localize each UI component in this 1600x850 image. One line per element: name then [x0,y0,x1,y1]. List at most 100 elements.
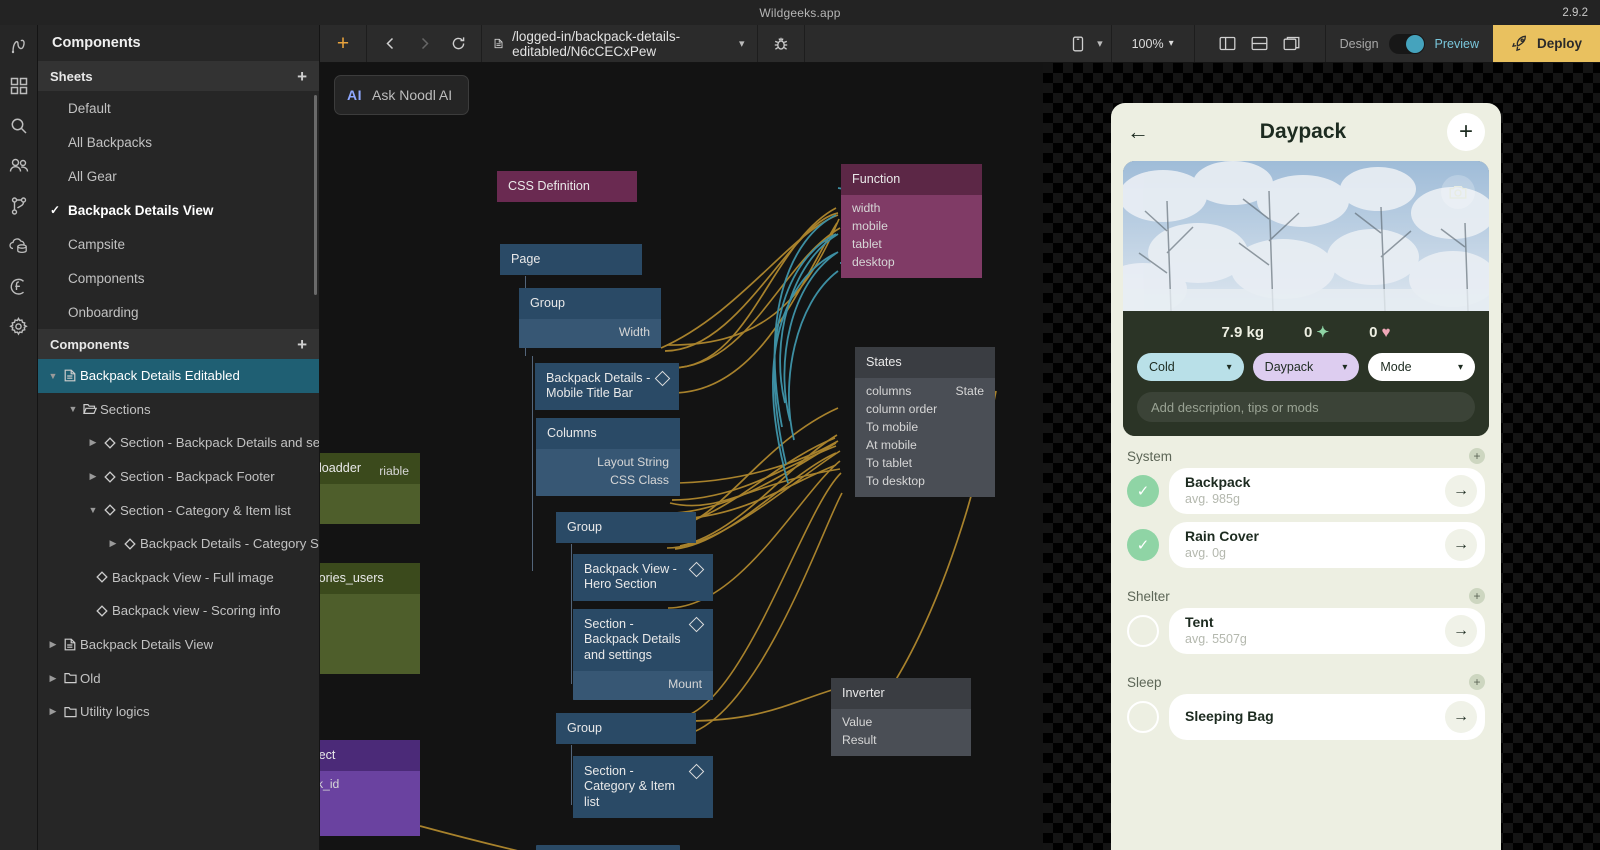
chevron-right-icon[interactable]: ▶ [106,538,120,549]
node-group-1[interactable]: Group Width [519,288,661,349]
gear-card[interactable]: Backpack avg. 985g → [1169,468,1485,514]
tree-item-backpack-details-category-section[interactable]: ▶ Backpack Details - Category Section [38,527,319,561]
tree-item-section-backpack-footer[interactable]: ▶ Section - Backpack Footer [38,460,319,494]
node-graph-canvas[interactable]: AI Ask Noodl AI CSS Definition Page Grou… [320,63,1043,850]
chevron-right-icon[interactable]: ▶ [46,673,60,684]
gear-card[interactable]: Tent avg. 5507g → [1169,608,1485,654]
port-css-class[interactable]: CSS Class [536,471,680,489]
design-preview-toggle[interactable] [1388,33,1425,54]
url-bar[interactable]: /logged-in/backpack-details-editabled/N6… [482,25,758,62]
tree-item-backpack-view-full-image[interactable]: Backpack View - Full image [38,561,319,595]
back-button[interactable] [375,25,405,63]
port-value[interactable]: Value [831,713,971,731]
node-states[interactable]: States columns State column order To mob… [855,347,995,498]
gear-card[interactable]: Rain Cover avg. 0g → [1169,522,1485,568]
reload-button[interactable] [443,25,473,63]
users-icon[interactable] [6,153,32,179]
arrow-right-icon[interactable]: → [1445,615,1477,647]
function-icon[interactable] [6,273,32,299]
port-at-mobile[interactable]: At mobile [855,436,995,454]
chevron-right-icon[interactable]: ▶ [46,706,60,717]
sheet-item-default[interactable]: Default [38,91,319,125]
add-gear-button[interactable]: + [1469,448,1485,464]
camera-icon[interactable] [1441,175,1475,209]
node-categories-users[interactable]: Categories_users Records s ck_ref [320,563,420,675]
sheet-item-components[interactable]: Components [38,261,319,295]
port-partial-2[interactable]: ck_ref [320,630,420,648]
port-mount[interactable]: Mount [573,675,713,693]
components-grid-icon[interactable] [6,73,32,99]
chevron-down-icon[interactable]: ▼ [46,371,60,381]
checkbox-checked-icon[interactable]: ✓ [1127,529,1159,561]
port-desktop[interactable]: desktop [841,253,982,271]
debug-bug-button[interactable] [766,25,796,63]
layout-float-button[interactable] [1277,25,1307,63]
port-width[interactable]: width [841,199,982,217]
gear-card[interactable]: Sleeping Bag → [1169,694,1485,740]
node-section-backpack-details-and-settings[interactable]: Section - Backpack Details and settings … [573,609,713,701]
port-records[interactable]: Records [320,574,420,592]
add-sheet-button[interactable]: + [297,68,307,85]
add-component-button[interactable]: + [297,336,307,353]
add-gear-button[interactable]: + [1469,674,1485,690]
chevron-down-icon[interactable]: ▼ [86,505,100,515]
cloud-database-icon[interactable] [6,233,32,259]
port-column-order[interactable]: column order [855,400,995,418]
port-mobile[interactable]: mobile [841,217,982,235]
new-tab-button[interactable]: + [328,25,358,63]
layout-split-horizontal-button[interactable] [1245,25,1275,63]
chevron-right-icon[interactable]: ▶ [46,639,60,650]
checkbox-empty-icon[interactable] [1127,615,1159,647]
port-width[interactable]: Width [519,323,661,341]
node-backpack-details-mobile-title-bar[interactable]: Backpack Details - Mobile Title Bar [535,363,679,410]
tree-item-old[interactable]: ▶ Old [38,661,319,695]
port-state-out[interactable]: State [956,384,984,398]
layout-split-vertical-button[interactable] [1213,25,1243,63]
phone-preview[interactable]: ← Daypack + 7.9 kg 0 ✦ 0 ♥ Cold ▾ Daypac… [1111,103,1501,850]
chevron-down-icon[interactable]: ▾ [739,37,745,50]
node-component-object[interactable]: nent Object d_backpack_id tegories Backp… [320,740,420,837]
noodl-logo-icon[interactable] [6,33,32,59]
node-group-2[interactable]: Group [556,512,696,544]
node-inverter[interactable]: Inverter Value Result [831,678,971,757]
chevron-right-icon[interactable]: ▶ [86,471,100,482]
port-to-mobile[interactable]: To mobile [855,418,995,436]
tree-item-section-category-item-list[interactable]: ▼ Section - Category & Item list [38,493,319,527]
tree-item-sections[interactable]: ▼ Sections [38,393,319,427]
checkbox-empty-icon[interactable] [1127,701,1159,733]
port-d-backpack-id[interactable]: d_backpack_id [320,775,420,793]
arrow-right-icon[interactable]: → [1445,701,1477,733]
node-css-definition[interactable]: CSS Definition [497,171,637,203]
port-tegories[interactable]: tegories [320,793,420,811]
git-branch-icon[interactable] [6,193,32,219]
port-columns[interactable]: columns [866,384,911,398]
arrow-right-icon[interactable]: → [1445,475,1477,507]
node-columns[interactable]: Columns Layout String CSS Class [536,418,680,497]
tree-item-utility-logics[interactable]: ▶ Utility logics [38,695,319,729]
sheet-item-all-backpacks[interactable]: All Backpacks [38,125,319,159]
add-item-button[interactable]: + [1446,113,1485,151]
checkbox-checked-icon[interactable]: ✓ [1127,475,1159,507]
port-partial-1[interactable]: s [320,612,420,630]
port-to-desktop[interactable]: To desktop [855,472,995,490]
sheet-item-onboarding[interactable]: Onboarding [38,295,319,329]
node-partial-bottom[interactable] [536,845,680,850]
port-tablet[interactable]: tablet [841,235,982,253]
gear-icon[interactable] [6,313,32,339]
node-group-3[interactable]: Group [556,713,696,745]
chevron-right-icon[interactable]: ▶ [86,437,100,448]
node-page[interactable]: Page [500,244,642,276]
tree-item-backpack-details-editabled[interactable]: ▼ Backpack Details Editabled [38,359,319,393]
port-result[interactable]: Result [831,731,971,749]
tree-item-backpack-view-scoring-info[interactable]: Backpack view - Scoring info [38,594,319,628]
chip-mode[interactable]: Mode ▾ [1368,353,1476,381]
port-layout-string[interactable]: Layout String [536,453,680,471]
description-input[interactable]: Add description, tips or mods [1137,392,1475,422]
chip-type[interactable]: Daypack ▾ [1252,353,1360,381]
chip-condition[interactable]: Cold ▾ [1137,353,1244,381]
node-section-category-item-list[interactable]: Section - Category & Item list [573,756,713,819]
back-arrow-icon[interactable]: ← [1127,119,1159,145]
device-chevron-down-icon[interactable]: ▾ [1097,37,1103,50]
node-image-loadder[interactable]: loadder riable [320,453,420,525]
add-gear-button[interactable]: + [1469,588,1485,604]
